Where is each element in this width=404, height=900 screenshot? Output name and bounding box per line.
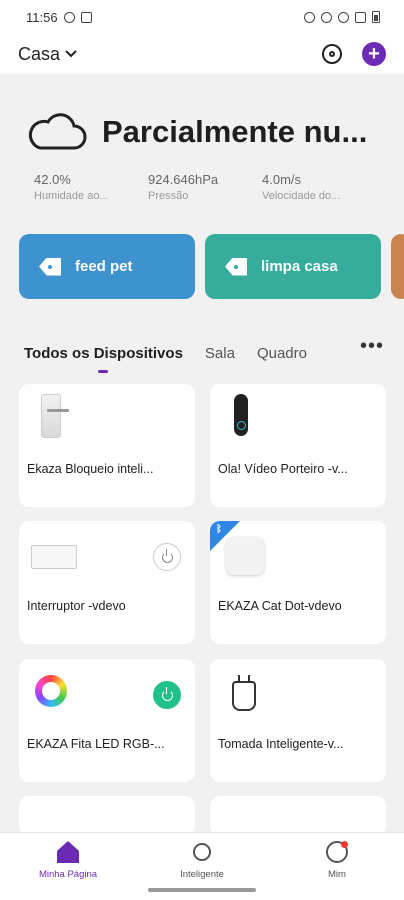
notification-icon	[63, 11, 75, 23]
app-header: Casa +	[0, 34, 404, 74]
scene-feed-pet[interactable]: feed pet	[19, 234, 195, 299]
nav-label: Mim	[328, 869, 346, 880]
device-card[interactable]	[210, 796, 386, 836]
plug-icon	[232, 675, 256, 711]
device-card[interactable]: Ola! Vídeo Porteiro -v...	[210, 384, 386, 507]
nav-mim[interactable]: Mim	[287, 841, 387, 880]
nav-label: Inteligente	[180, 869, 224, 880]
switch-icon	[31, 545, 77, 569]
more-icon[interactable]: •••	[360, 336, 384, 356]
weather-condition: Parcialmente nu...	[102, 114, 368, 149]
device-name: EKAZA Fita LED RGB-...	[27, 737, 165, 751]
device-name: Ekaza Bloqueio inteli...	[27, 462, 154, 476]
status-bar: 11:56	[0, 0, 404, 34]
chevron-down-icon	[65, 50, 77, 58]
device-card[interactable]: Tomada Inteligente-v...	[210, 659, 386, 782]
device-name: EKAZA Cat Dot-vdevo	[218, 599, 342, 613]
device-name: Ola! Vídeo Porteiro -v...	[218, 462, 348, 476]
wind-label: Velocidade do...	[262, 190, 341, 202]
weather-panel: Parcialmente nu... 42.0% Humidade ao... …	[0, 74, 404, 220]
scene-label: limpa casa	[261, 258, 338, 275]
user-icon	[326, 841, 348, 863]
home-selector[interactable]: Casa	[18, 44, 78, 65]
power-icon	[161, 548, 173, 563]
wind-value: 4.0m/s	[262, 172, 302, 187]
mute-icon	[321, 11, 332, 23]
wifi-icon	[338, 11, 349, 23]
pressure-value: 924.646hPa	[148, 172, 219, 187]
humidity-stat: 42.0% Humidade ao...	[34, 172, 148, 202]
device-name: Interruptor -vdevo	[27, 599, 126, 613]
nav-label: Minha Página	[38, 869, 98, 880]
power-button[interactable]	[153, 681, 181, 709]
home-icon	[57, 841, 79, 863]
device-card[interactable]: ᛒ EKAZA Cat Dot-vdevo	[210, 521, 386, 644]
message-icon	[80, 11, 92, 23]
scene-shortcuts: feed pet limpa casa	[19, 234, 404, 299]
nav-inteligente[interactable]: Inteligente	[152, 841, 252, 880]
tag-icon	[225, 257, 247, 276]
device-name: Tomada Inteligente-v...	[218, 737, 344, 751]
led-ring-icon	[35, 675, 67, 707]
signal-icon	[355, 11, 366, 23]
device-card[interactable]	[19, 796, 195, 836]
tab-all-devices[interactable]: Todos os Dispositivos	[24, 345, 183, 373]
tab-quadro[interactable]: Quadro	[257, 345, 307, 362]
scene-label: feed pet	[75, 258, 133, 275]
cloud-icon	[28, 113, 87, 150]
pressure-stat: 924.646hPa Pressão	[148, 172, 262, 202]
notification-dot	[341, 841, 348, 848]
nav-minha-pagina[interactable]: Minha Página	[18, 841, 118, 880]
tag-icon	[39, 257, 61, 276]
camera-icon[interactable]	[322, 44, 342, 64]
cat-dot-icon	[226, 537, 264, 575]
bluetooth-icon: ᛒ	[216, 524, 222, 535]
device-card[interactable]: Interruptor -vdevo	[19, 521, 195, 644]
battery-icon	[372, 11, 380, 23]
smart-lock-icon	[41, 394, 69, 438]
status-time: 11:56	[26, 9, 58, 25]
scene-limpa-casa[interactable]: limpa casa	[205, 234, 381, 299]
gesture-bar	[148, 888, 256, 892]
device-card[interactable]: EKAZA Fita LED RGB-...	[19, 659, 195, 782]
video-doorbell-icon	[234, 394, 248, 436]
wind-stat: 4.0m/s Velocidade do...	[262, 172, 376, 202]
home-name: Casa	[18, 43, 61, 64]
scene-partial[interactable]	[391, 234, 404, 299]
add-device-button[interactable]: +	[362, 42, 386, 66]
power-button[interactable]	[153, 543, 181, 571]
humidity-label: Humidade ao...	[34, 190, 109, 202]
power-icon	[161, 686, 173, 701]
device-card[interactable]: Ekaza Bloqueio inteli...	[19, 384, 195, 507]
humidity-value: 42.0%	[34, 172, 71, 187]
pressure-label: Pressão	[148, 190, 189, 202]
alarm-icon	[304, 11, 315, 23]
room-tabs: Todos os Dispositivos Sala Quadro •••	[24, 336, 394, 373]
sun-icon	[193, 843, 211, 861]
tab-sala[interactable]: Sala	[205, 345, 235, 362]
